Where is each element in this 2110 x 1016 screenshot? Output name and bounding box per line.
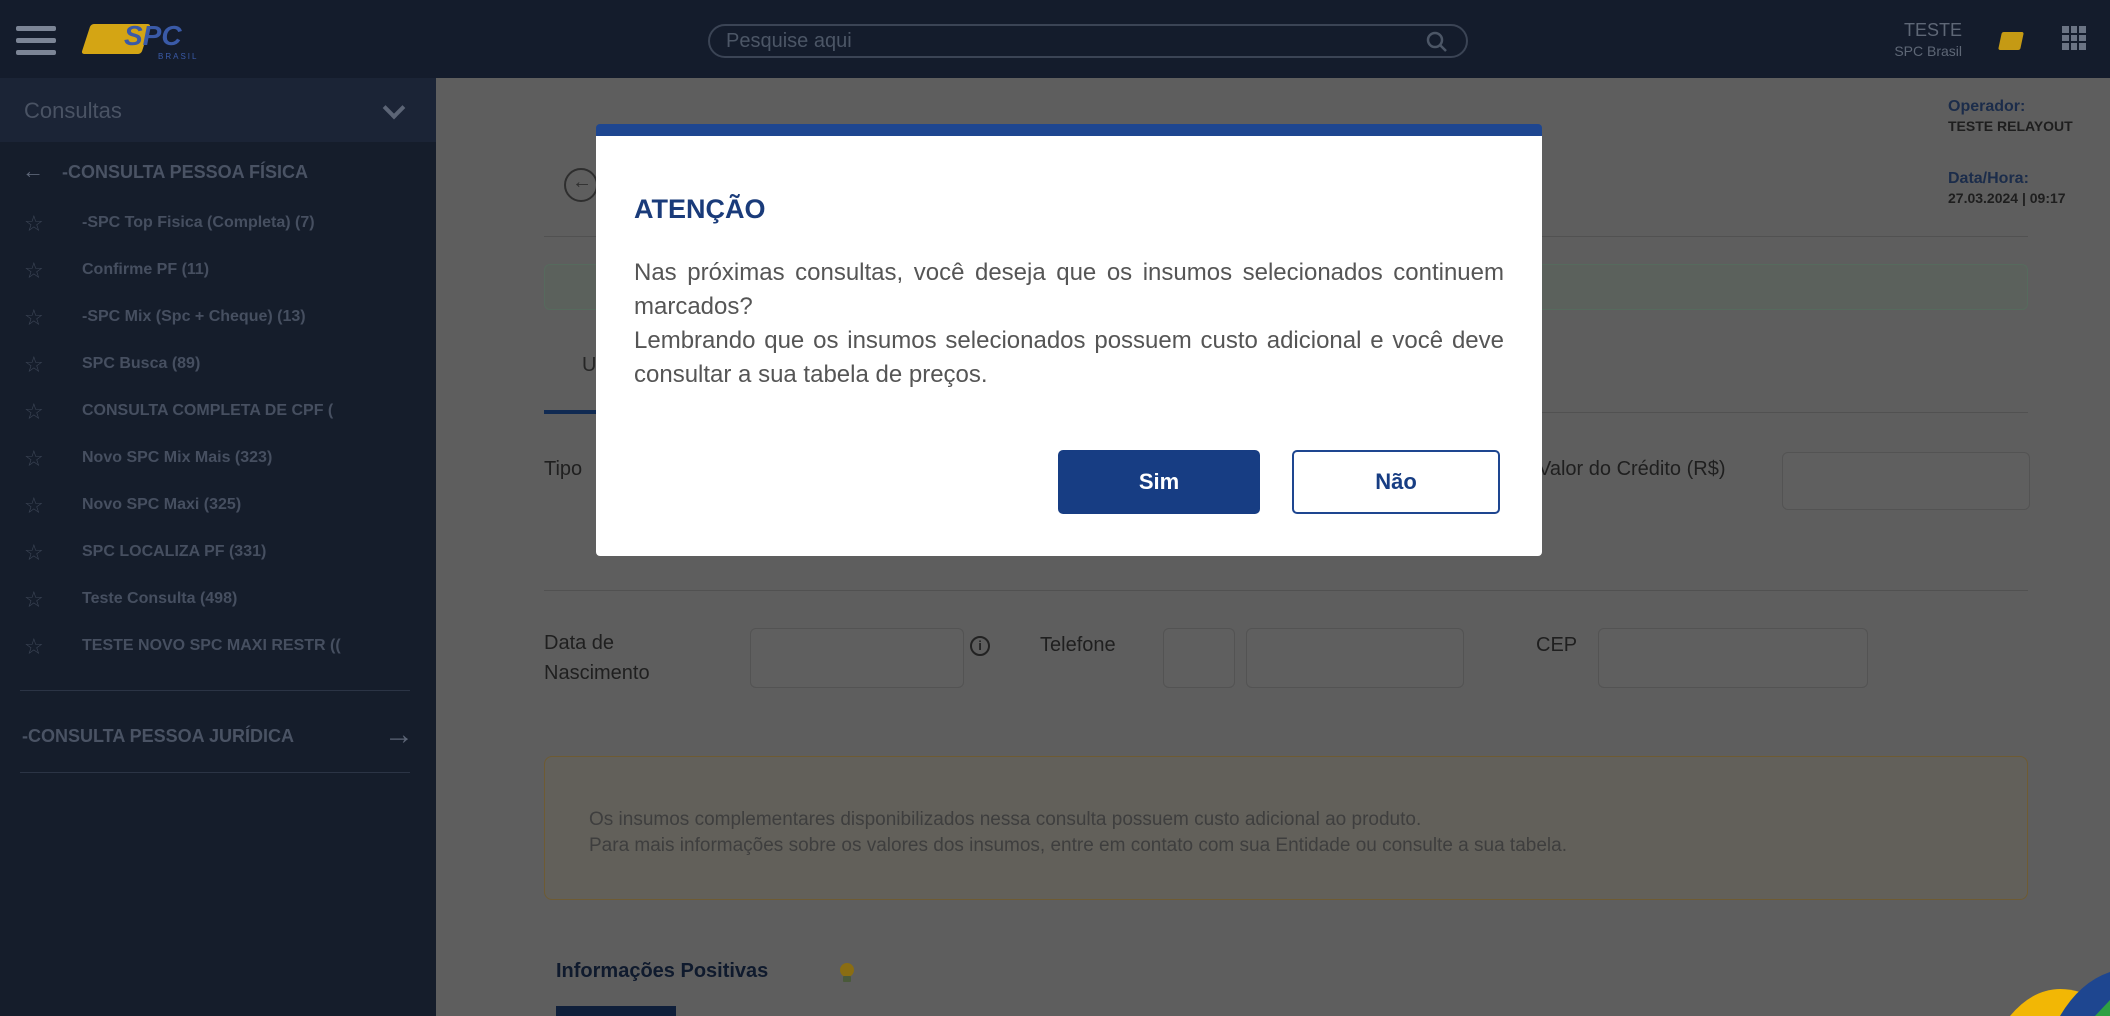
brand-swoosh-icon (2010, 972, 2110, 1016)
user-name: TESTE (1903, 20, 1962, 40)
telefone-ddd-input[interactable] (1163, 628, 1235, 688)
valor-credito-label: Valor do Crédito (R$) (1538, 458, 1726, 480)
arrow-right-icon[interactable]: → (384, 718, 414, 752)
logo-text: SPC (124, 20, 182, 51)
search-icon[interactable] (1426, 31, 1448, 53)
star-icon[interactable]: ☆ (24, 305, 44, 331)
top-bar: SPC BRASIL TESTE SPC Brasil (0, 0, 2110, 78)
datetime-info: Data/Hora: 27.03.2024 | 09:17 (1948, 170, 2066, 206)
sidebar-item-label: Confirme PF (11) (82, 261, 210, 278)
spc-logo[interactable]: SPC BRASIL (81, 18, 199, 62)
sidebar: Consultas ← -CONSULTA PESSOA FÍSICA ☆ -S… (0, 78, 436, 1016)
sidebar-item[interactable]: ☆ SPC Busca (89) (0, 343, 436, 389)
star-icon[interactable]: ☆ (24, 399, 44, 425)
search-bar (708, 24, 1468, 58)
modal-message-line-1: Nas próximas consultas, você deseja que … (634, 259, 1504, 320)
star-icon[interactable]: ☆ (24, 540, 44, 566)
sidebar-item[interactable]: ☆ -SPC Mix (Spc + Cheque) (13) (0, 296, 436, 342)
operator-info: Operador: TESTE RELAYOUT (1948, 98, 2073, 134)
user-info[interactable]: TESTE SPC Brasil (1894, 20, 1962, 59)
star-icon[interactable]: ☆ (24, 258, 44, 284)
user-org: SPC Brasil (1894, 43, 1962, 59)
apps-grid-icon[interactable] (2062, 26, 2086, 50)
sidebar-item[interactable]: ☆ TESTE NOVO SPC MAXI RESTR (( (0, 625, 436, 671)
notice-line-1: Os insumos complementares disponibilizad… (589, 809, 1422, 830)
star-icon[interactable]: ☆ (24, 352, 44, 378)
telefone-label: Telefone (1040, 634, 1116, 656)
notice-line-2: Para mais informações sobre os valores d… (589, 835, 1567, 856)
sidebar-title: Consultas (24, 98, 122, 123)
sidebar-item[interactable]: ☆ Novo SPC Mix Mais (323) (0, 437, 436, 483)
search-input[interactable] (726, 28, 1366, 54)
sidebar-item[interactable]: ☆ Confirme PF (11) (0, 249, 436, 295)
back-arrow-icon[interactable]: ← (22, 158, 44, 184)
star-icon[interactable]: ☆ (24, 493, 44, 519)
tab-label[interactable]: U (582, 354, 596, 377)
sidebar-item-label: TESTE NOVO SPC MAXI RESTR (( (82, 637, 341, 654)
info-icon[interactable]: i (970, 636, 990, 656)
chevron-down-icon[interactable] (382, 96, 406, 120)
sidebar-section-pessoa-juridica[interactable]: -CONSULTA PESSOA JURÍDICA (22, 726, 294, 747)
telefone-number-input[interactable] (1246, 628, 1464, 688)
sidebar-item-label: -SPC Top Fisica (Completa) (7) (82, 214, 315, 231)
cep-label: CEP (1536, 634, 1578, 656)
cep-input[interactable] (1598, 628, 1868, 688)
datetime-label: Data/Hora: (1948, 170, 2029, 187)
sidebar-item[interactable]: ☆ Novo SPC Maxi (325) (0, 484, 436, 530)
star-icon[interactable]: ☆ (24, 446, 44, 472)
sidebar-item-label: Teste Consulta (498) (82, 590, 238, 607)
sidebar-header[interactable]: Consultas (0, 78, 436, 142)
sidebar-divider (20, 690, 410, 691)
menu-icon[interactable] (16, 26, 56, 56)
datetime-value: 27.03.2024 | 09:17 (1948, 190, 2066, 206)
data-nascimento-label: Data de Nascimento (544, 632, 650, 684)
valor-credito-input[interactable] (1782, 452, 2030, 510)
divider (544, 590, 2028, 591)
sidebar-item[interactable]: ☆ SPC LOCALIZA PF (331) (0, 531, 436, 577)
sidebar-item[interactable]: ☆ CONSULTA COMPLETA DE CPF ( (0, 390, 436, 436)
sidebar-item-label: -SPC Mix (Spc + Cheque) (13) (82, 308, 306, 325)
modal-title: ATENÇÃO (634, 194, 766, 224)
positive-info-tab[interactable] (556, 1006, 676, 1016)
yes-button[interactable]: Sim (1058, 450, 1260, 514)
data-nascimento-input[interactable] (750, 628, 964, 688)
notification-icon[interactable] (1998, 32, 2024, 50)
no-button[interactable]: Não (1292, 450, 1500, 514)
tipo-label: Tipo (544, 458, 583, 480)
positive-info-title: Informações Positivas (556, 960, 769, 982)
sidebar-item-label: CONSULTA COMPLETA DE CPF ( (82, 402, 334, 419)
star-icon[interactable]: ☆ (24, 211, 44, 237)
operator-value: TESTE RELAYOUT (1948, 118, 2073, 134)
additional-cost-notice: Os insumos complementares disponibilizad… (544, 756, 2028, 900)
operator-label: Operador: (1948, 98, 2026, 115)
sidebar-item-label: SPC LOCALIZA PF (331) (82, 543, 267, 560)
sidebar-item[interactable]: ☆ -SPC Top Fisica (Completa) (7) (0, 202, 436, 248)
star-icon[interactable]: ☆ (24, 634, 44, 660)
sidebar-item-label: Novo SPC Maxi (325) (82, 496, 242, 513)
sidebar-item[interactable]: ☆ Teste Consulta (498) (0, 578, 436, 624)
lightbulb-icon (840, 963, 854, 982)
sidebar-divider (20, 772, 410, 773)
logo-subtext: BRASIL (158, 52, 199, 61)
sidebar-section-pessoa-fisica[interactable]: -CONSULTA PESSOA FÍSICA (62, 162, 308, 183)
confirmation-modal: ATENÇÃO Nas próximas consultas, você des… (596, 124, 1542, 556)
star-icon[interactable]: ☆ (24, 587, 44, 613)
active-tab-indicator (544, 410, 604, 414)
modal-message-line-2: Lembrando que os insumos selecionados po… (634, 327, 1504, 388)
sidebar-item-label: SPC Busca (89) (82, 355, 201, 372)
back-button-icon[interactable] (564, 168, 598, 202)
sidebar-item-label: Novo SPC Mix Mais (323) (82, 449, 273, 466)
modal-message: Nas próximas consultas, você deseja que … (634, 256, 1504, 392)
